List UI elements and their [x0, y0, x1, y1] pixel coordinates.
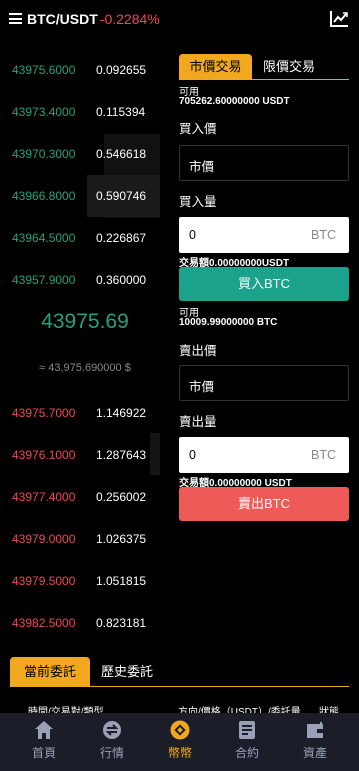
tab-limit-order[interactable]: 限價交易 [263, 54, 315, 80]
buy-available-value: 705262.60000000 USDT [179, 96, 290, 107]
sell-amount-value: 0 [189, 448, 196, 462]
bid-qty: 0.226867 [96, 231, 147, 245]
nav-label: 資產 [302, 746, 327, 760]
buy-amount-unit: BTC [311, 228, 336, 242]
sell-price-value: 市價 [189, 380, 215, 394]
buy-button[interactable]: 買入BTC [179, 267, 349, 301]
bid-qty: 0.115394 [96, 105, 146, 119]
bid-price: 43966.8000 [12, 189, 76, 203]
sell-button[interactable]: 賣出BTC [179, 487, 349, 521]
nav-item-contract[interactable]: 合約 [211, 713, 283, 771]
last-price-fiat: ≈ 43,975.690000 $ [39, 362, 131, 374]
buy-price-value: 市價 [189, 160, 215, 174]
ask-row[interactable]: 43975.7000 1.146922 [0, 403, 170, 423]
wallet-icon [307, 722, 323, 738]
coin-icon [170, 720, 190, 740]
last-price: 43975.69 [41, 310, 129, 333]
bid-price: 43975.6000 [12, 63, 76, 77]
menu-icon[interactable] [9, 13, 22, 24]
nav-label: 行情 [99, 746, 124, 760]
buy-price-field[interactable]: 市價 [179, 145, 349, 181]
bid-qty: 0.360000 [96, 273, 147, 287]
buy-price-label: 買入價 [179, 122, 217, 136]
ask-qty: 1.146922 [96, 406, 147, 420]
ask-price: 43975.7000 [12, 406, 76, 420]
ask-row[interactable]: 43977.4000 0.256002 [0, 487, 170, 507]
sell-available-value: 10009.99000000 BTC [179, 317, 278, 328]
sell-price-label: 賣出價 [179, 344, 217, 358]
home-icon [35, 721, 53, 739]
pair-change: -0.2284% [99, 11, 160, 27]
buy-amount-label: 買入量 [179, 195, 217, 209]
nav-item-assets[interactable]: 資產 [279, 713, 351, 771]
bottom-nav: 首頁 行情 幣幣 合約 資產 [0, 713, 359, 771]
bid-qty: 0.092655 [96, 63, 147, 77]
ask-row[interactable]: 43979.0000 1.026375 [0, 529, 170, 549]
trade-panel: 市價交易 限價交易 可用 705262.60000000 USDT 買入價 市價… [179, 54, 349, 521]
sell-amount-label: 賣出量 [179, 415, 217, 429]
ask-price: 43979.5000 [12, 574, 76, 588]
bid-row[interactable]: 43966.8000 0.590746 [0, 186, 170, 206]
ask-price: 43979.0000 [12, 532, 76, 546]
ask-row[interactable]: 43982.5000 0.823181 [0, 613, 170, 633]
ask-price: 43982.5000 [12, 616, 76, 630]
nav-item-coin[interactable]: 幣幣 [144, 713, 216, 771]
bid-row[interactable]: 43975.6000 0.092655 [0, 60, 170, 80]
nav-label: 幣幣 [167, 746, 192, 760]
ask-price: 43977.4000 [12, 490, 76, 504]
bid-price: 43970.3000 [12, 147, 76, 161]
market-icon [103, 721, 121, 739]
tab-order-history[interactable]: 歷史委託 [101, 657, 153, 686]
bid-price: 43964.5000 [12, 231, 76, 245]
buy-amount-input[interactable]: 0 BTC [179, 217, 349, 253]
contract-icon [239, 721, 255, 739]
ask-qty: 1.051815 [96, 574, 147, 588]
trade-tabs: 市價交易 限價交易 [179, 54, 349, 80]
sell-amount-unit: BTC [311, 448, 336, 462]
bid-qty: 0.546618 [96, 147, 147, 161]
bid-row[interactable]: 43970.3000 0.546618 [0, 144, 170, 164]
tab-market-order[interactable]: 市價交易 [179, 54, 252, 80]
bid-price: 43973.4000 [12, 105, 76, 119]
nav-label: 首頁 [31, 746, 56, 760]
ask-row[interactable]: 43979.5000 1.051815 [0, 571, 170, 591]
nav-label: 合約 [234, 746, 259, 760]
bid-row[interactable]: 43973.4000 0.115394 [0, 102, 170, 122]
bid-price: 43957.9000 [12, 273, 76, 287]
bid-qty: 0.590746 [96, 189, 147, 203]
ask-qty: 0.256002 [96, 490, 147, 504]
pair-name: BTC/USDT [27, 11, 98, 27]
pair-title[interactable]: BTC/USDT -0.2284% [27, 11, 160, 27]
top-bar: BTC/USDT -0.2284% [0, 0, 359, 38]
orders-tabs: 當前委託 歷史委託 [10, 657, 349, 687]
nav-item-market[interactable]: 行情 [76, 713, 148, 771]
buy-amount-value: 0 [189, 228, 196, 242]
ask-qty: 0.823181 [96, 616, 147, 630]
sell-amount-input[interactable]: 0 BTC [179, 437, 349, 473]
nav-item-home[interactable]: 首頁 [8, 713, 80, 771]
ask-qty: 1.026375 [96, 532, 147, 546]
ask-qty: 1.287643 [96, 448, 147, 462]
chart-icon[interactable] [330, 10, 349, 27]
sell-price-field[interactable]: 市價 [179, 365, 349, 401]
bid-row[interactable]: 43957.9000 0.360000 [0, 270, 170, 290]
bid-row[interactable]: 43964.5000 0.226867 [0, 228, 170, 248]
tab-current-orders[interactable]: 當前委託 [10, 657, 90, 686]
ask-row[interactable]: 43976.1000 1.287643 [0, 445, 170, 465]
ask-price: 43976.1000 [12, 448, 76, 462]
